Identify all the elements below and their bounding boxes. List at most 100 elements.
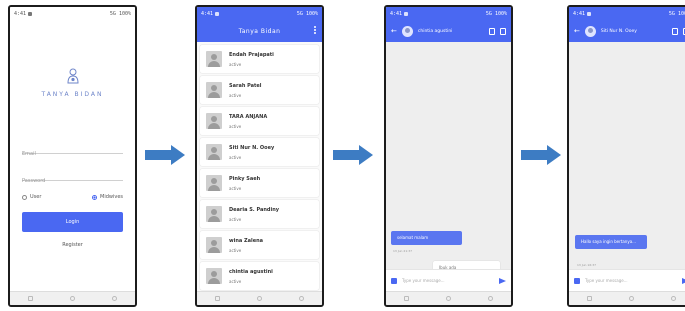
role-selector: User Midwives [22,194,123,200]
contact-item[interactable]: wina Zalena active [200,231,319,259]
system-nav-bar [10,291,135,305]
login-button[interactable]: Login [22,212,123,232]
compose-bar [386,269,511,291]
contact-list: Endah Prajapati active Sarah Patel active … [197,42,322,290]
contact-status: active [229,216,242,222]
status-bar: 4:41 5G 100% [386,7,511,20]
contact-name: chintia agustini [229,268,273,275]
document-icon[interactable] [672,27,678,35]
password-field-wrapper [22,167,123,188]
back-icon[interactable] [487,296,493,301]
contact-list-screen: 4:41 5G 100% Tanya Bidan Endah Prajapati… [195,5,324,307]
status-bar: 4:41 5G 100% [197,7,322,20]
status-time: 4:41 [573,10,586,17]
contact-item[interactable]: TARA ANJANA active [200,107,319,135]
mother-baby-icon [66,68,79,84]
system-nav-bar [197,291,322,305]
back-icon[interactable] [298,296,304,301]
message-area: Hallo saya ingin bertanya... 13 Jun 16:3… [569,42,685,282]
contact-item[interactable]: Sarah Patel active [200,76,319,104]
email-field-wrapper [22,140,123,161]
radio-checked-icon[interactable] [92,194,97,200]
document-icon[interactable] [489,27,495,35]
avatar [206,175,222,191]
role-midwife-label: Midwives [100,194,123,200]
chat-title: Siti Nur N. Ooey [600,28,637,34]
system-nav-bar [386,291,511,305]
status-bar: 4:41 5G 100% [10,7,135,20]
recent-apps-icon[interactable] [215,296,221,301]
home-icon[interactable] [628,296,634,301]
contact-item[interactable]: chintia agustini active [200,262,319,290]
image-attach-icon[interactable] [574,277,580,284]
register-link[interactable]: Register [10,242,135,248]
flow-arrow [333,145,373,165]
app-bar: Tanya Bidan [197,20,322,42]
status-indicators: 5G 100% [109,10,131,17]
contact-status: active [229,278,242,284]
home-icon[interactable] [445,296,451,301]
notification-icon [215,11,220,16]
recent-apps-icon[interactable] [587,296,593,301]
recent-apps-icon[interactable] [404,296,410,301]
notification-icon [28,11,33,16]
back-arrow-icon[interactable]: ← [391,27,397,35]
flow-arrow [521,145,561,165]
message-area: selamat malam 13 Jun 21:37 Ibuk ada [386,42,511,282]
status-time: 4:41 [390,10,403,17]
password-field[interactable] [22,174,123,188]
home-icon[interactable] [256,296,262,301]
status-time: 4:41 [201,10,214,17]
compose-bar [569,269,685,291]
message-incoming: selamat malam [391,231,462,245]
radio-icon[interactable] [22,194,27,200]
contact-item[interactable]: Dearia S. Pandiny active [200,200,319,228]
role-midwife-option[interactable]: Midwives [92,194,123,200]
contact-item[interactable]: Siti Nur N. Ooey active [200,138,319,166]
send-icon[interactable] [499,277,506,284]
message-time: 13 Jun 16:37 [577,263,597,267]
contact-name: Sarah Patel [229,82,262,89]
avatar [206,144,222,160]
contact-status: active [229,123,242,129]
copy-icon[interactable] [500,27,506,35]
message-input[interactable] [585,278,677,283]
contact-item[interactable]: Pinky Saeh active [200,169,319,197]
avatar [206,82,222,98]
image-attach-icon[interactable] [391,277,397,284]
back-arrow-icon[interactable]: ← [574,27,580,35]
contact-name: Dearia S. Pandiny [229,206,280,213]
message-time: 13 Jun 21:37 [393,249,413,253]
contact-status: active [229,154,242,160]
contact-name: wina Zalena [229,237,264,244]
message-input[interactable] [402,278,494,283]
contact-name: TARA ANJANA [229,113,268,120]
contact-status: active [229,61,242,67]
status-bar: 4:41 5G 100% [569,7,685,20]
avatar [206,113,222,129]
contact-name: Siti Nur N. Ooey [229,144,275,151]
contact-name: Pinky Saeh [229,175,261,182]
avatar [401,25,413,37]
flow-arrow [145,145,185,165]
status-time: 4:41 [14,10,27,17]
avatar [206,268,222,284]
chat-header: ← chintia agustini [386,20,511,42]
notification-icon [404,11,409,16]
avatar [206,237,222,253]
back-icon[interactable] [670,296,676,301]
recent-apps-icon[interactable] [28,296,34,301]
role-user-option[interactable]: User [22,194,41,200]
chat-screen-2: 4:41 5G 100% ← Siti Nur N. Ooey Hallo sa… [567,5,685,307]
email-field[interactable] [22,147,123,161]
back-icon[interactable] [111,296,117,301]
status-indicators: 5G 100% [668,10,685,17]
avatar [206,51,222,67]
contact-item[interactable]: Endah Prajapati active [200,45,319,73]
home-icon[interactable] [69,296,75,301]
overflow-menu-icon[interactable] [314,26,316,34]
chat-title: chintia agustini [417,28,453,34]
app-name: TANYA BIDAN [41,91,104,98]
app-logo: TANYA BIDAN [10,68,135,99]
system-nav-bar [569,291,685,305]
